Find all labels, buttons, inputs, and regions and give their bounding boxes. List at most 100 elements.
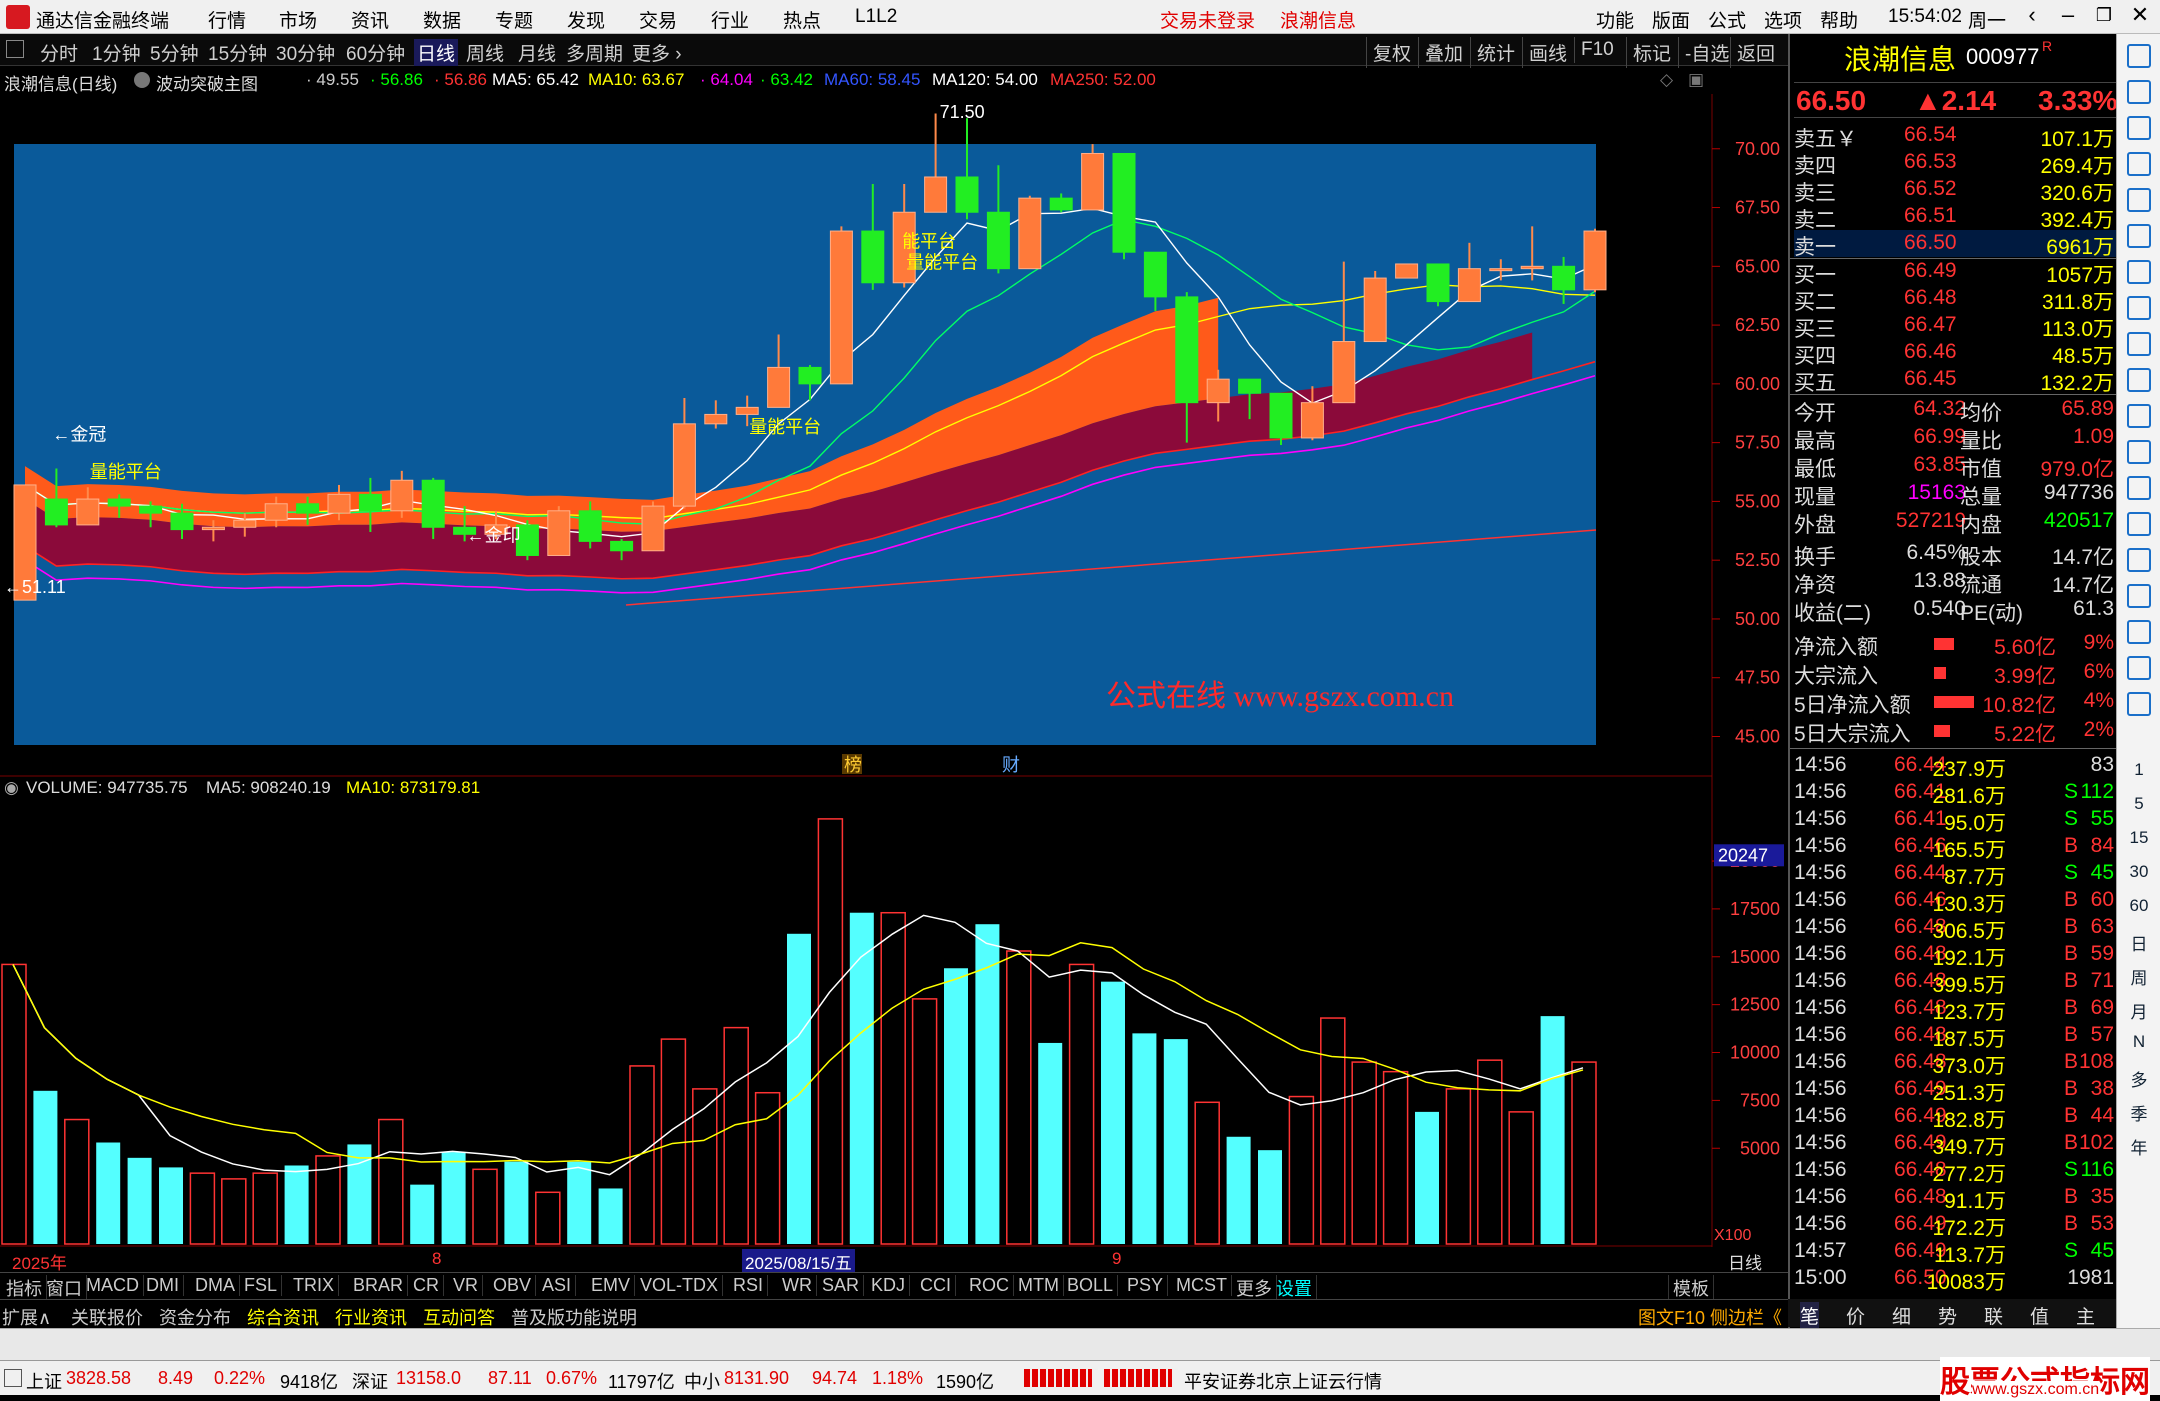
indicator-tab-2[interactable]: MACD: [82, 1275, 144, 1296]
indicator-tab-25[interactable]: 设置: [1272, 1275, 1317, 1301]
btn-adjust[interactable]: 复权: [1366, 37, 1417, 68]
sidebar-tool-icon[interactable]: [2127, 152, 2151, 176]
sidebar-period-6[interactable]: 周: [2117, 964, 2160, 989]
indicator-tab-18[interactable]: CCI: [916, 1275, 956, 1296]
btn-stats[interactable]: 统计: [1470, 37, 1521, 68]
period-30min[interactable]: 30分钟: [276, 39, 335, 66]
restore-icon[interactable]: ❐: [2086, 5, 2122, 26]
login-status[interactable]: 交易未登录: [1160, 6, 1255, 33]
sidebar-tool-icon[interactable]: [2127, 260, 2151, 284]
menu-market[interactable]: 市场: [279, 6, 317, 33]
period-1min[interactable]: 1分钟: [92, 39, 141, 66]
menu-layout[interactable]: 版面: [1652, 6, 1690, 33]
indicator-tab-23[interactable]: MCST: [1172, 1275, 1232, 1296]
menu-formula[interactable]: 公式: [1708, 6, 1746, 33]
detail-tab-0[interactable]: 笔: [1800, 1302, 1820, 1329]
sidebar-tool-icon[interactable]: [2127, 404, 2151, 428]
sidebar-period-5[interactable]: 日: [2117, 930, 2160, 955]
sidebar-tool-icon[interactable]: [2127, 584, 2151, 608]
indicator-tab-14[interactable]: RSI: [729, 1275, 769, 1296]
indicator-tab-9[interactable]: VR: [449, 1275, 484, 1296]
sidebar-tool-icon[interactable]: [2127, 476, 2151, 500]
toolbar-toggle-icon[interactable]: [6, 40, 24, 58]
btn-back[interactable]: 返回: [1730, 37, 1781, 68]
period-60min[interactable]: 60分钟: [346, 39, 405, 66]
ask-row-2[interactable]: 卖三 66.52 320.6万: [1794, 176, 2116, 205]
period-more[interactable]: 更多 ›: [632, 39, 682, 66]
indicator-tab-12[interactable]: EMV: [587, 1275, 636, 1296]
volume-collapse-icon[interactable]: ◉: [4, 778, 19, 798]
template-tab[interactable]: 模板: [1668, 1275, 1714, 1301]
btn-f10[interactable]: F10: [1574, 37, 1620, 63]
index-sh-name[interactable]: 上证: [26, 1368, 62, 1394]
menu-function[interactable]: 功能: [1596, 6, 1634, 33]
sidebar-tool-icon[interactable]: [2127, 692, 2151, 716]
menu-data[interactable]: 数据: [423, 6, 461, 33]
detail-tab-3[interactable]: 势: [1938, 1302, 1957, 1329]
menu-industry[interactable]: 行业: [711, 6, 749, 33]
sidebar-tool-icon[interactable]: [2127, 188, 2151, 212]
menu-hot[interactable]: 热点: [783, 6, 821, 33]
indicator-tab-13[interactable]: VOL-TDX: [636, 1275, 724, 1296]
indicator-tab-8[interactable]: CR: [409, 1275, 444, 1296]
minimize-icon[interactable]: –: [2050, 2, 2086, 28]
btn-remove-watch[interactable]: -自选: [1678, 37, 1735, 68]
period-monthly[interactable]: 月线: [518, 39, 556, 66]
info-tab-4[interactable]: 行业资讯: [335, 1304, 407, 1330]
btn-draw[interactable]: 画线: [1522, 37, 1573, 68]
close-icon[interactable]: ✕: [2122, 2, 2158, 28]
bid-row-1[interactable]: 买二 66.48 311.8万: [1794, 285, 2116, 314]
indicator-tab-5[interactable]: FSL: [240, 1275, 283, 1296]
period-multi[interactable]: 多周期: [566, 39, 623, 66]
sidebar-period-4[interactable]: 60: [2117, 896, 2160, 916]
period-15min[interactable]: 15分钟: [208, 39, 267, 66]
indicator-tab-7[interactable]: BRAR: [349, 1275, 409, 1296]
menu-hq[interactable]: 行情: [208, 6, 246, 33]
period-daily[interactable]: 日线: [414, 39, 459, 66]
sidebar-tool-icon[interactable]: [2127, 620, 2151, 644]
sidebar-period-3[interactable]: 30: [2117, 862, 2160, 882]
ask-row-4[interactable]: 卖一 66.50 6961万: [1794, 230, 2116, 259]
indicator-tab-0[interactable]: 指标: [2, 1275, 47, 1301]
indicator-tab-10[interactable]: OBV: [489, 1275, 537, 1296]
sidebar-tool-icon[interactable]: [2127, 116, 2151, 140]
indicator-tab-17[interactable]: KDJ: [867, 1275, 911, 1296]
sidebar-tool-icon[interactable]: [2127, 80, 2151, 104]
period-5min[interactable]: 5分钟: [150, 39, 199, 66]
sidebar-tool-icon[interactable]: [2127, 332, 2151, 356]
gear-icon[interactable]: [134, 72, 150, 88]
menu-topic[interactable]: 专题: [495, 6, 533, 33]
sidebar-tool-icon[interactable]: [2127, 44, 2151, 68]
sidebar-period-10[interactable]: 季: [2117, 1100, 2160, 1125]
indicator-tab-24[interactable]: 更多: [1232, 1275, 1277, 1301]
indicator-name[interactable]: 波动突破主图: [156, 70, 258, 95]
indicator-tab-15[interactable]: WR: [778, 1275, 817, 1296]
info-tab-6[interactable]: 普及版功能说明: [511, 1304, 637, 1330]
sidebar-period-2[interactable]: 15: [2117, 828, 2160, 848]
sidebar-period-9[interactable]: 多: [2117, 1066, 2160, 1091]
ask-row-3[interactable]: 卖二 66.51 392.4万: [1794, 203, 2116, 232]
menu-trade[interactable]: 交易: [639, 6, 677, 33]
menu-discover[interactable]: 发现: [567, 6, 605, 33]
menu-options[interactable]: 选项: [1764, 6, 1802, 33]
period-weekly[interactable]: 周线: [466, 39, 504, 66]
status-menu-icon[interactable]: [4, 1369, 22, 1387]
indicator-tab-11[interactable]: ASI: [538, 1275, 577, 1296]
indicator-tab-19[interactable]: ROC: [965, 1275, 1014, 1296]
sidebar-period-1[interactable]: 5: [2117, 794, 2160, 814]
sidebar-period-0[interactable]: 1: [2117, 760, 2160, 780]
indicator-tab-4[interactable]: DMA: [191, 1275, 240, 1296]
sidebar-tool-icon[interactable]: [2127, 440, 2151, 464]
indicator-tab-22[interactable]: PSY: [1123, 1275, 1169, 1296]
info-tab-5[interactable]: 互动问答: [423, 1304, 495, 1330]
info-tab-1[interactable]: 关联报价: [71, 1304, 143, 1330]
detail-tab-1[interactable]: 价: [1846, 1302, 1865, 1329]
sidebar-tool-icon[interactable]: [2127, 656, 2151, 680]
btn-mark[interactable]: 标记: [1626, 37, 1677, 68]
info-tab-0[interactable]: 扩展∧: [2, 1304, 51, 1330]
period-tick[interactable]: 分时: [40, 39, 78, 66]
indicator-tab-1[interactable]: 窗口: [42, 1275, 87, 1301]
sidebar-period-11[interactable]: 年: [2117, 1134, 2160, 1159]
kline-chart[interactable]: 70.00 67.50 65.00 62.50 60.00 57.50 55.00 52.50…: [0, 94, 1788, 1247]
indicator-tab-16[interactable]: SAR: [818, 1275, 865, 1296]
